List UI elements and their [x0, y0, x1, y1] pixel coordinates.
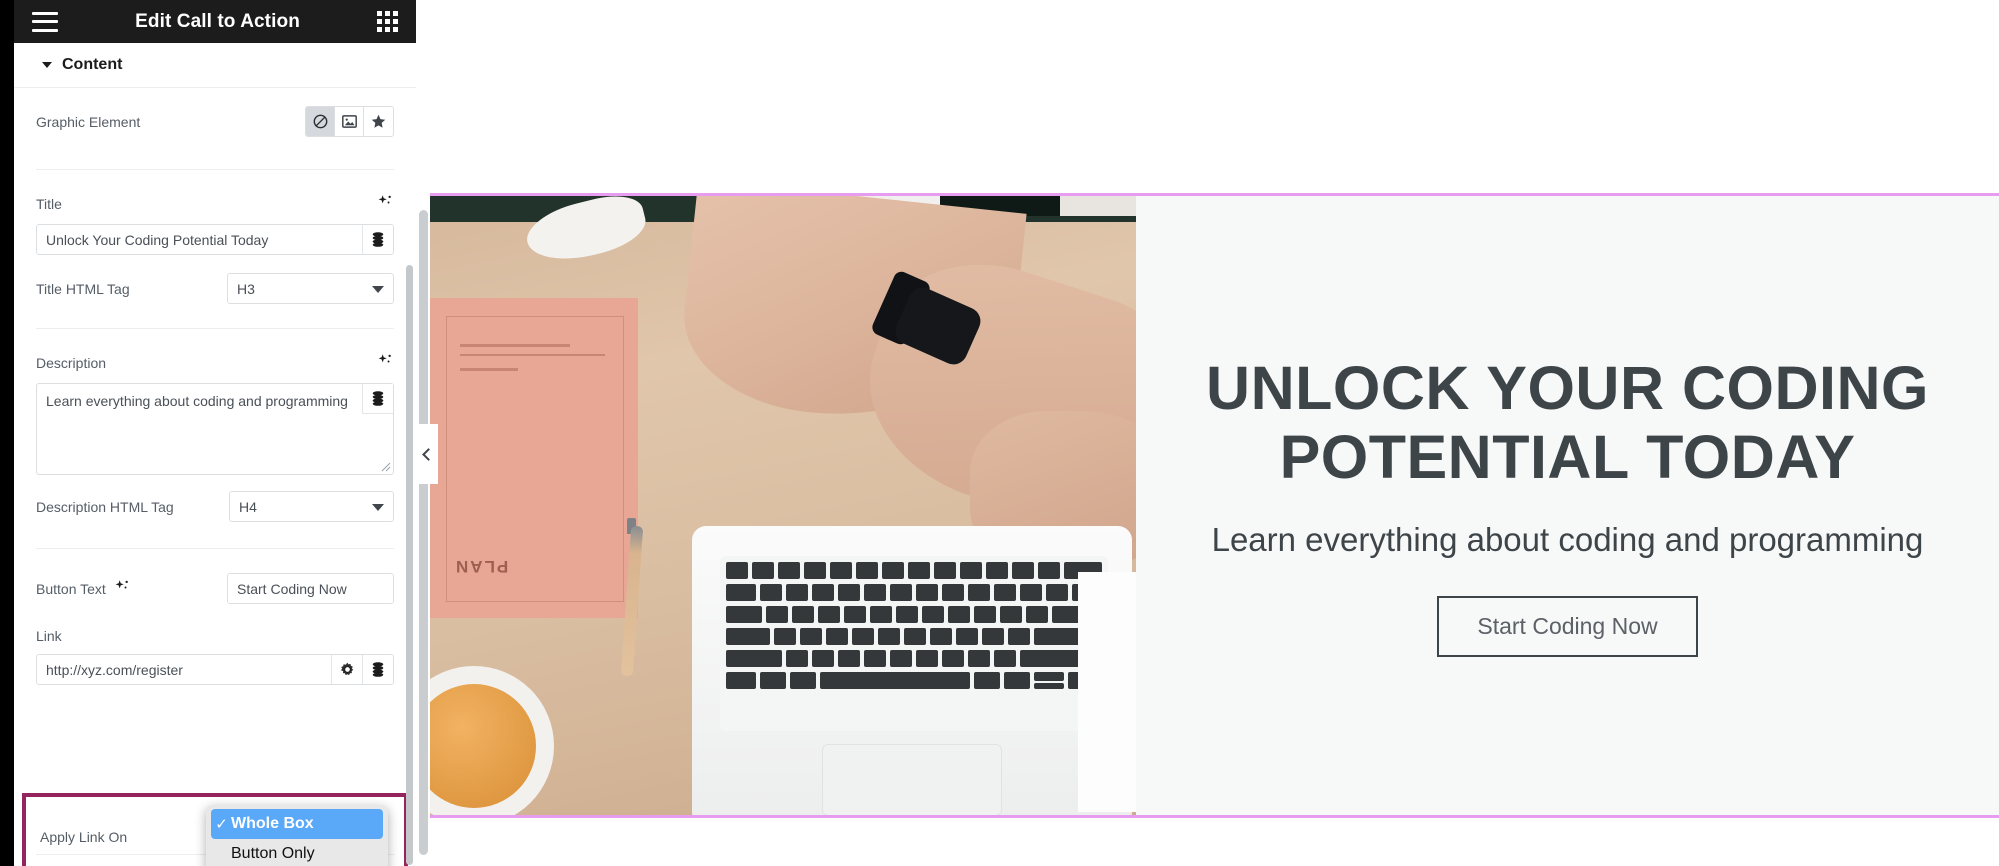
- graphic-option-icon[interactable]: [364, 107, 393, 136]
- cta-image[interactable]: PLAN: [430, 196, 1136, 815]
- graphic-option-none[interactable]: [306, 107, 335, 136]
- chevron-down-icon: [372, 503, 384, 511]
- sparkle-icon[interactable]: [377, 193, 394, 215]
- chevron-left-icon: [422, 447, 435, 461]
- title-label: Title: [36, 196, 62, 212]
- title-input[interactable]: [37, 225, 362, 254]
- apply-link-on-dropdown-menu: ✓ Whole Box Button Only: [206, 805, 388, 866]
- control-graphic-element: Graphic Element: [14, 88, 416, 155]
- editor-panel: Edit Call to Action Content Graphic Elem…: [14, 0, 416, 866]
- hamburger-icon[interactable]: [32, 11, 58, 32]
- panel-collapse-handle[interactable]: [416, 424, 438, 484]
- dropdown-option-whole-box[interactable]: ✓ Whole Box: [211, 809, 383, 839]
- description-textarea[interactable]: Learn everything about coding and progra…: [37, 384, 393, 474]
- graphic-option-image[interactable]: [335, 107, 364, 136]
- title-html-tag-select[interactable]: H3: [227, 273, 394, 304]
- resize-grip-icon[interactable]: [381, 462, 391, 472]
- cta-button[interactable]: Start Coding Now: [1437, 595, 1698, 657]
- control-link-field-wrap: [14, 654, 416, 685]
- control-button-text: Button Text: [14, 563, 416, 614]
- button-text-field: [227, 573, 394, 604]
- database-icon: [372, 232, 384, 247]
- description-label: Description: [36, 355, 107, 371]
- checkmark-icon: ✓: [215, 816, 228, 833]
- gear-icon: [340, 662, 353, 676]
- control-link-header: Link: [14, 614, 416, 654]
- title-html-tag-value: H3: [237, 280, 255, 297]
- section-header-content[interactable]: Content: [14, 43, 416, 88]
- title-html-tag-label: Title HTML Tag: [36, 280, 130, 297]
- link-field: [36, 654, 394, 685]
- divider: [36, 328, 394, 329]
- link-input[interactable]: [37, 655, 331, 684]
- star-icon: [371, 114, 386, 128]
- cta-content: Unlock Your Coding Potential Today Learn…: [1136, 196, 1999, 815]
- panel-header: Edit Call to Action: [14, 0, 416, 43]
- graphic-element-label: Graphic Element: [36, 113, 141, 130]
- title-field: [36, 224, 394, 255]
- description-html-tag-select[interactable]: H4: [229, 491, 394, 522]
- graphic-element-choices: [305, 106, 394, 137]
- database-icon: [372, 391, 384, 406]
- section-label: Content: [62, 56, 123, 73]
- control-description-html-tag: Description HTML Tag H4: [14, 475, 416, 534]
- panel-title: Edit Call to Action: [135, 10, 300, 32]
- cta-description: Learn everything about coding and progra…: [1211, 520, 1924, 558]
- apply-link-on-label: Apply Link On: [40, 829, 128, 845]
- preview-scrollbar[interactable]: [419, 210, 428, 855]
- preview-canvas: PLAN UNLOCK YOUR CODING POTENTIAL TODAY …: [416, 0, 1999, 866]
- image-icon: [341, 115, 357, 128]
- grid-icon[interactable]: [377, 11, 398, 32]
- button-text-input[interactable]: [228, 574, 393, 603]
- link-dynamic-button[interactable]: [362, 655, 393, 684]
- cta-widget[interactable]: PLAN UNLOCK YOUR CODING POTENTIAL TODAY …: [430, 193, 1999, 818]
- database-icon: [372, 662, 384, 677]
- control-title-field-wrap: [14, 224, 416, 255]
- sparkle-icon[interactable]: [377, 352, 394, 374]
- editor-root: Edit Call to Action Content Graphic Elem…: [0, 0, 1999, 866]
- divider: [36, 169, 394, 170]
- button-text-label: Button Text: [36, 580, 106, 597]
- prohibited-icon: [313, 114, 327, 129]
- title-dynamic-button[interactable]: [362, 225, 393, 254]
- link-settings-button[interactable]: [331, 655, 362, 684]
- cta-title: Unlock Your Coding Potential Today: [1206, 354, 1929, 491]
- control-description-field-wrap: Learn everything about coding and progra…: [14, 383, 416, 475]
- description-dynamic-button[interactable]: [362, 384, 393, 414]
- panel-scrollbar[interactable]: [406, 265, 413, 865]
- divider: [36, 548, 394, 549]
- control-title-html-tag: Title HTML Tag H3: [14, 259, 416, 314]
- dropdown-option-button-only[interactable]: Button Only: [206, 839, 388, 866]
- panel-body: Content Graphic Element Title Unlock You…: [14, 43, 416, 866]
- description-html-tag-value: H4: [239, 498, 257, 515]
- description-html-tag-label: Description HTML Tag: [36, 498, 174, 515]
- caret-down-icon: [42, 62, 52, 68]
- chevron-down-icon: [372, 285, 384, 293]
- link-label: Link: [36, 628, 62, 644]
- control-title-header: Title: [14, 184, 416, 224]
- control-description-header: Description: [14, 343, 416, 383]
- dropdown-option-label: Whole Box: [231, 815, 314, 832]
- sparkle-icon[interactable]: [114, 578, 131, 600]
- dropdown-option-label: Button Only: [231, 845, 315, 862]
- description-field: Learn everything about coding and progra…: [36, 383, 394, 475]
